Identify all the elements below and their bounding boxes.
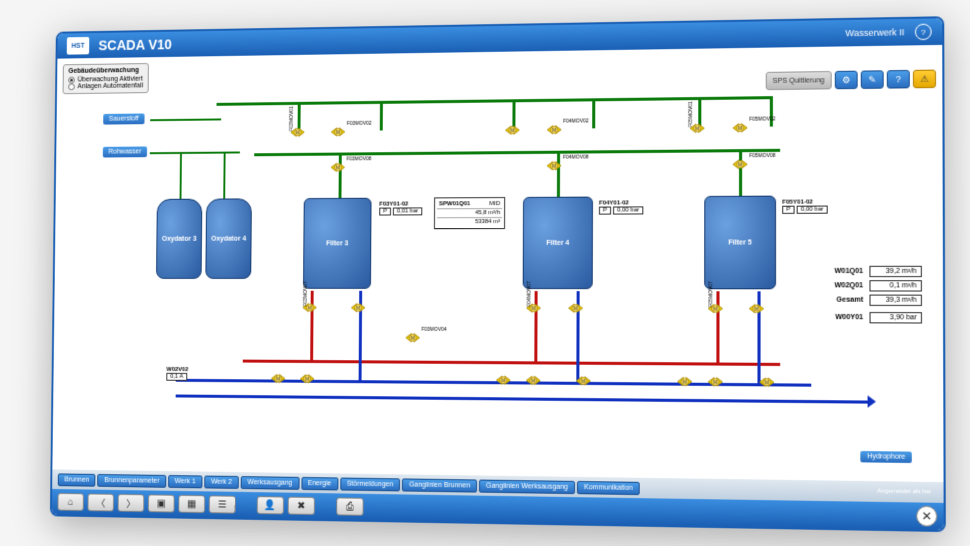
mid-total: 53384 m³ (475, 219, 500, 225)
mid-tag: SPW01Q01 (439, 201, 470, 207)
tab-stoermeldungen[interactable]: Störmeldungen (340, 477, 400, 491)
print-icon[interactable]: ⎙ (336, 497, 363, 515)
tab-kommunikation[interactable]: Kommunikation (577, 480, 640, 494)
valve-f03mov04[interactable] (406, 331, 420, 345)
valve-f03mov06[interactable] (300, 372, 314, 386)
valve-label: F05MOV08 (749, 153, 775, 159)
valve-f03mov05[interactable] (271, 372, 285, 386)
tab-werk1[interactable]: Werk 1 (168, 475, 202, 488)
valve-f03mov02[interactable] (331, 125, 345, 139)
valve-f05mov05[interactable] (678, 374, 692, 388)
reading-val: 0,01 bar (393, 207, 422, 215)
valve-f04mov02[interactable] (547, 123, 561, 137)
tab-brunnenparameter[interactable]: Brunnenparameter (98, 474, 167, 488)
back-icon[interactable]: 〈 (87, 493, 114, 511)
hst-logo: HST (67, 37, 90, 55)
valve-f04mov09[interactable] (576, 374, 590, 388)
tab-brunnen[interactable]: Brunnen (58, 473, 96, 486)
valve-label: F03MOV07 (303, 281, 309, 306)
meter-label: W02Q01 (822, 282, 864, 289)
valve-f04mov06[interactable] (526, 373, 540, 387)
app-window: HST SCADA V10 Wasserwerk II ? Gebäudeübe… (50, 16, 946, 532)
valve-label: F04MOV08 (563, 154, 589, 160)
reading-val: 0,00 bar (613, 206, 643, 214)
meter-value: 0,1 m³/h (869, 280, 921, 291)
reading-val: 0,1 A (166, 373, 187, 381)
valve-f05mov02[interactable] (733, 121, 747, 135)
tab-ganglinien-werksausgang[interactable]: Ganglinien Werksausgang (479, 479, 575, 494)
valve-label: F03MOV01 (289, 106, 295, 131)
oxydator-3-tank[interactable]: Oxydator 3 (156, 199, 202, 279)
meter-value: 39,3 m³/h (869, 295, 921, 306)
login-status: Angemeldet als hst (877, 488, 931, 495)
reading-p: P (379, 208, 391, 216)
valve-f04mov01[interactable] (505, 123, 519, 137)
valve-label: F03MOV02 (347, 121, 372, 127)
w02v02-reading: W02V02 0,1 A (166, 367, 188, 381)
meter-summary: W01Q01 39,2 m³/h W02Q01 0,1 m³/h Gesamt 39,… (822, 266, 922, 327)
valve-f04mov05[interactable] (496, 373, 510, 387)
tab-werksausgang[interactable]: Werksausgang (241, 476, 300, 490)
valve-f03mov08[interactable] (331, 160, 345, 174)
meter-value: 39,2 m³/h (869, 266, 921, 277)
reading-val: 0,00 bar (797, 206, 828, 214)
camera-icon[interactable]: ▣ (148, 494, 175, 512)
meter-label: Gesamt (822, 297, 864, 304)
valve-label: F05MOV07 (708, 281, 714, 307)
oxydator-4-tank[interactable]: Oxydator 4 (205, 198, 252, 279)
home-icon[interactable]: ⌂ (57, 493, 83, 511)
filter-3-tank[interactable]: Filter 3 (303, 198, 372, 289)
mid-flow: 45,8 m³/h (475, 210, 500, 216)
help-icon[interactable]: ? (915, 24, 932, 41)
filter3-reading: F03Y01-02 P0,01 bar (379, 201, 422, 215)
meter-label: W00Y01 (822, 314, 864, 321)
user-remove-icon[interactable]: ✖ (288, 497, 315, 515)
valve-f05mov08[interactable] (733, 157, 747, 171)
meter-value: 3,90 bar (870, 312, 922, 323)
valve-f04mov08[interactable] (547, 159, 561, 173)
valve-label: F04MOV02 (563, 118, 589, 124)
valve-label: F05MOV01 (688, 101, 694, 127)
mid-meter[interactable]: SPW01Q01 MID 45,8 m³/h 53384 m³ (434, 197, 505, 229)
grid-icon[interactable]: ▦ (178, 495, 205, 513)
list-icon[interactable]: ☰ (209, 495, 236, 513)
mid-label: MID (489, 201, 500, 207)
valve-label: F04MOV07 (526, 281, 532, 307)
tab-energie[interactable]: Energie (301, 476, 338, 489)
valve-label: F03MOV04 (422, 327, 447, 333)
valve-f05mov09[interactable] (760, 375, 774, 389)
meter-label: W01Q01 (822, 268, 864, 275)
tab-werk2[interactable]: Werk 2 (204, 475, 239, 488)
facility-name: Wasserwerk II (845, 27, 904, 38)
close-icon[interactable]: ✕ (916, 506, 937, 527)
filter-5-tank[interactable]: Filter 5 (704, 196, 776, 290)
valve-f04mov03[interactable] (569, 301, 583, 315)
valve-f05mov06[interactable] (708, 375, 722, 389)
reading-p: P (599, 207, 611, 215)
reading-p: P (782, 206, 794, 214)
filter4-reading: F04Y01-02 P0,00 bar (599, 200, 643, 214)
forward-icon[interactable]: 〉 (118, 494, 145, 512)
valve-f05mov03[interactable] (749, 302, 763, 316)
filter-4-tank[interactable]: Filter 4 (523, 197, 593, 290)
tab-ganglinien-brunnen[interactable]: Ganglinien Brunnen (402, 478, 477, 492)
arrow-icon (868, 395, 876, 407)
filter5-reading: F05Y01-02 P0,00 bar (782, 199, 828, 213)
schematic-viewport: Gebäudeüberwachung Überwachung Aktiviert… (52, 45, 943, 482)
valve-label: F05MOV02 (749, 116, 775, 122)
valve-label: F03MOV08 (347, 156, 372, 162)
valve-f03mov03[interactable] (351, 301, 365, 315)
user-icon[interactable]: 👤 (257, 496, 284, 514)
